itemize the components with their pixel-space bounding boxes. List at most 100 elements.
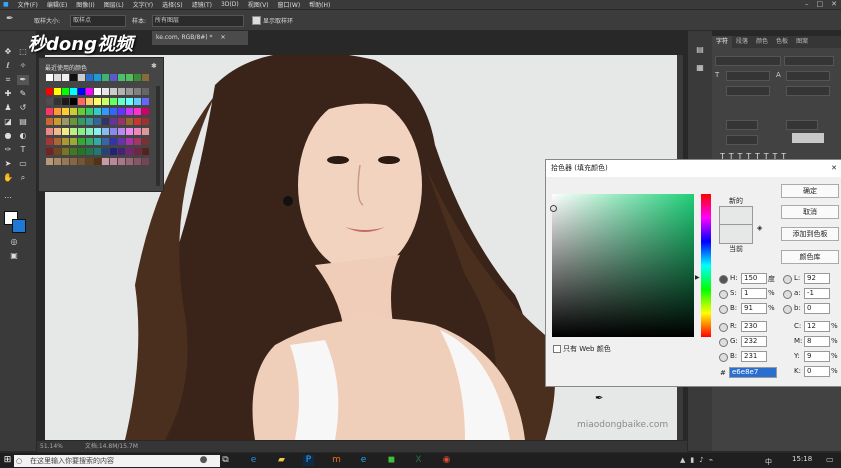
h-radio[interactable] xyxy=(719,275,728,284)
swatch[interactable] xyxy=(126,138,133,145)
tray-icons[interactable]: ▲▮♪⌁ xyxy=(680,456,718,464)
menu-item-view[interactable]: 视图(V) xyxy=(248,0,269,9)
swatch[interactable] xyxy=(102,128,109,135)
swatch[interactable] xyxy=(126,98,133,105)
tracking-field[interactable] xyxy=(786,86,830,96)
swatch[interactable] xyxy=(94,118,101,125)
swatch[interactable] xyxy=(62,88,69,95)
taskbar-search-input[interactable]: ○ 在这里输入你要搜索的内容 xyxy=(14,455,220,467)
swatch[interactable] xyxy=(126,88,133,95)
l-radio[interactable] xyxy=(783,275,792,284)
swatch[interactable] xyxy=(54,138,61,145)
more-tools-icon[interactable]: … xyxy=(2,191,14,201)
swatch[interactable] xyxy=(78,118,85,125)
swatch[interactable] xyxy=(142,108,149,115)
swatch[interactable] xyxy=(102,74,109,81)
r-radio[interactable] xyxy=(719,323,728,332)
web-colors-checkbox[interactable] xyxy=(553,345,561,353)
sample-size-select[interactable]: 取样点 xyxy=(70,15,126,27)
screen-mode-icon[interactable]: ▣ xyxy=(8,251,20,261)
swatch[interactable] xyxy=(110,88,117,95)
text-color-swatch[interactable] xyxy=(792,133,824,143)
blue-radio[interactable] xyxy=(719,353,728,362)
ok-button[interactable]: 确定 xyxy=(781,184,839,198)
swatch[interactable] xyxy=(78,138,85,145)
swatch[interactable] xyxy=(86,118,93,125)
swatch[interactable] xyxy=(78,88,85,95)
swatch[interactable] xyxy=(134,88,141,95)
swatch[interactable] xyxy=(62,128,69,135)
type-tool-icon[interactable]: T xyxy=(17,145,29,155)
swatch[interactable] xyxy=(134,158,141,165)
hand-tool-icon[interactable]: ✋ xyxy=(2,173,14,183)
swatch[interactable] xyxy=(62,138,69,145)
swatch[interactable] xyxy=(102,118,109,125)
swatch[interactable] xyxy=(62,108,69,115)
swatch[interactable] xyxy=(102,108,109,115)
swatch[interactable] xyxy=(118,74,125,81)
font-size-field[interactable] xyxy=(726,71,770,81)
swatch[interactable] xyxy=(126,128,133,135)
swatch[interactable] xyxy=(46,148,53,155)
swatch[interactable] xyxy=(102,98,109,105)
swatch[interactable] xyxy=(142,74,149,81)
swatch[interactable] xyxy=(70,148,77,155)
lab-b-radio[interactable] xyxy=(783,305,792,314)
tab-character[interactable]: 字符 xyxy=(712,36,733,48)
vertical-scale-field[interactable] xyxy=(726,120,758,130)
swatch[interactable] xyxy=(142,88,149,95)
current-color-swatch[interactable] xyxy=(719,224,753,244)
swatch[interactable] xyxy=(142,98,149,105)
s-radio[interactable] xyxy=(719,290,728,299)
swatch[interactable] xyxy=(54,118,61,125)
swatch[interactable] xyxy=(134,98,141,105)
eyedropper-tool-icon[interactable]: ✒ xyxy=(17,75,29,85)
swatch[interactable] xyxy=(70,74,77,81)
add-to-swatches-button[interactable]: 添加到色板 xyxy=(781,227,839,241)
swatch[interactable] xyxy=(110,118,117,125)
task-view-icon[interactable]: ⧉ xyxy=(220,455,231,466)
pen-tool-icon[interactable]: ✑ xyxy=(2,145,14,155)
hue-slider[interactable] xyxy=(701,194,711,337)
swatch[interactable] xyxy=(126,74,133,81)
l-field[interactable]: 92 xyxy=(804,273,830,284)
swatch[interactable] xyxy=(126,108,133,115)
menu-item-file[interactable]: 文件(F) xyxy=(18,0,38,9)
swatch[interactable] xyxy=(46,158,53,165)
panel-menu-icon[interactable]: ✱ xyxy=(151,62,157,70)
swatch[interactable] xyxy=(86,138,93,145)
menu-item-type[interactable]: 文字(Y) xyxy=(133,0,153,9)
input-language[interactable]: 中 xyxy=(765,457,772,467)
menu-item-3d[interactable]: 3D(D) xyxy=(221,1,239,8)
move-tool-icon[interactable]: ✥ xyxy=(2,47,14,57)
menu-item-edit[interactable]: 编辑(E) xyxy=(47,0,67,9)
swatch[interactable] xyxy=(134,138,141,145)
tab-color[interactable]: 颜色 xyxy=(752,36,772,48)
swatch[interactable] xyxy=(46,108,53,115)
swatch[interactable] xyxy=(134,148,141,155)
swatch[interactable] xyxy=(110,138,117,145)
excel-icon[interactable]: X xyxy=(413,455,424,466)
swatch[interactable] xyxy=(102,88,109,95)
swatch[interactable] xyxy=(118,108,125,115)
notification-icon[interactable]: ▭ xyxy=(826,455,834,464)
baseline-field[interactable] xyxy=(726,135,758,145)
swatch[interactable] xyxy=(102,148,109,155)
y-field[interactable]: 9 xyxy=(804,351,830,362)
c-field[interactable]: 12 xyxy=(804,321,830,332)
menu-item-help[interactable]: 帮助(H) xyxy=(309,0,330,9)
m-field[interactable]: 8 xyxy=(804,336,830,347)
microphone-icon[interactable]: ● xyxy=(198,455,209,466)
g-radio[interactable] xyxy=(719,338,728,347)
swatch[interactable] xyxy=(94,108,101,115)
tab-paragraph[interactable]: 段落 xyxy=(732,36,752,48)
windows-start-icon[interactable]: ⊞ xyxy=(2,455,13,466)
swatch[interactable] xyxy=(118,148,125,155)
swatch[interactable] xyxy=(70,98,77,105)
history-panel-icon[interactable]: ▤ xyxy=(694,45,706,55)
green-app-icon[interactable]: ◼ xyxy=(386,455,397,466)
swatch[interactable] xyxy=(134,118,141,125)
swatch[interactable] xyxy=(54,128,61,135)
zoom-level[interactable]: 51.14% xyxy=(40,443,63,450)
background-color-swatch[interactable] xyxy=(12,219,26,233)
